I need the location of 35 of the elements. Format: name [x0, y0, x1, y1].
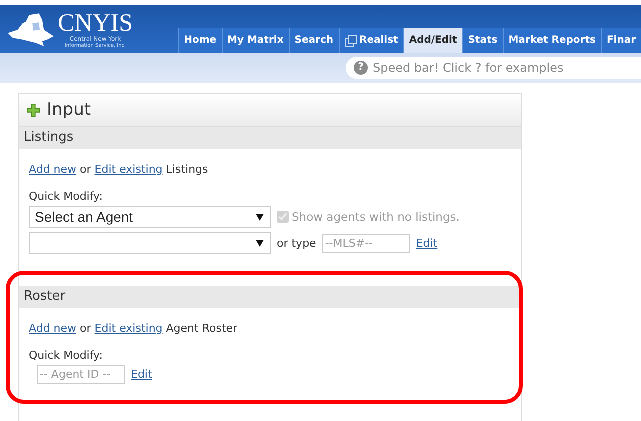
help-button[interactable]: ? — [354, 61, 368, 75]
nav-tab[interactable]: Search — [288, 28, 338, 53]
edit-link[interactable]: Edit — [416, 236, 438, 250]
nav-tab[interactable]: Stats — [462, 28, 503, 53]
label-text: or type — [277, 236, 316, 250]
nav-tab[interactable]: Finar — [600, 28, 641, 53]
caret-icon — [256, 240, 264, 246]
input-field[interactable]: --MLS#-- — [322, 234, 410, 252]
field-label: Quick Modify: — [29, 349, 104, 362]
nav-tab[interactable]: Market Reports — [502, 28, 601, 53]
nav-tab[interactable]: Realist — [338, 28, 404, 53]
caret-icon — [256, 214, 264, 220]
intro-text: Add new or Edit existing Listings — [29, 163, 210, 176]
link[interactable]: Add new — [29, 163, 77, 176]
checkbox-label: Show agents with no listings. — [292, 210, 460, 224]
input-field[interactable]: -- Agent ID -- — [37, 365, 125, 384]
nav-tab[interactable]: Add/Edit — [403, 28, 462, 53]
speed-bar-field[interactable]: ? Speed bar! Click ? for examples — [346, 57, 641, 79]
link[interactable]: Edit existing — [94, 163, 163, 176]
windows-icon — [344, 34, 356, 46]
nav-tab[interactable]: Home — [178, 28, 222, 53]
state-map-icon — [6, 12, 56, 48]
link[interactable]: Edit existing — [94, 322, 163, 335]
edit-link[interactable]: Edit — [131, 368, 152, 381]
logo-name: CNYIS — [58, 11, 134, 36]
select-dropdown[interactable] — [29, 232, 271, 254]
section-header: Roster — [19, 286, 521, 308]
nav-tab[interactable]: My Matrix — [222, 28, 289, 53]
plus-icon — [27, 104, 40, 116]
intro-text: Add new or Edit existing Agent Roster — [29, 322, 239, 335]
link[interactable]: Add new — [29, 322, 77, 335]
section-header: Listings — [19, 127, 521, 149]
select-dropdown[interactable]: Select an Agent — [29, 206, 271, 228]
panel-title: Input — [47, 100, 92, 120]
field-label: Quick Modify: — [29, 190, 104, 203]
